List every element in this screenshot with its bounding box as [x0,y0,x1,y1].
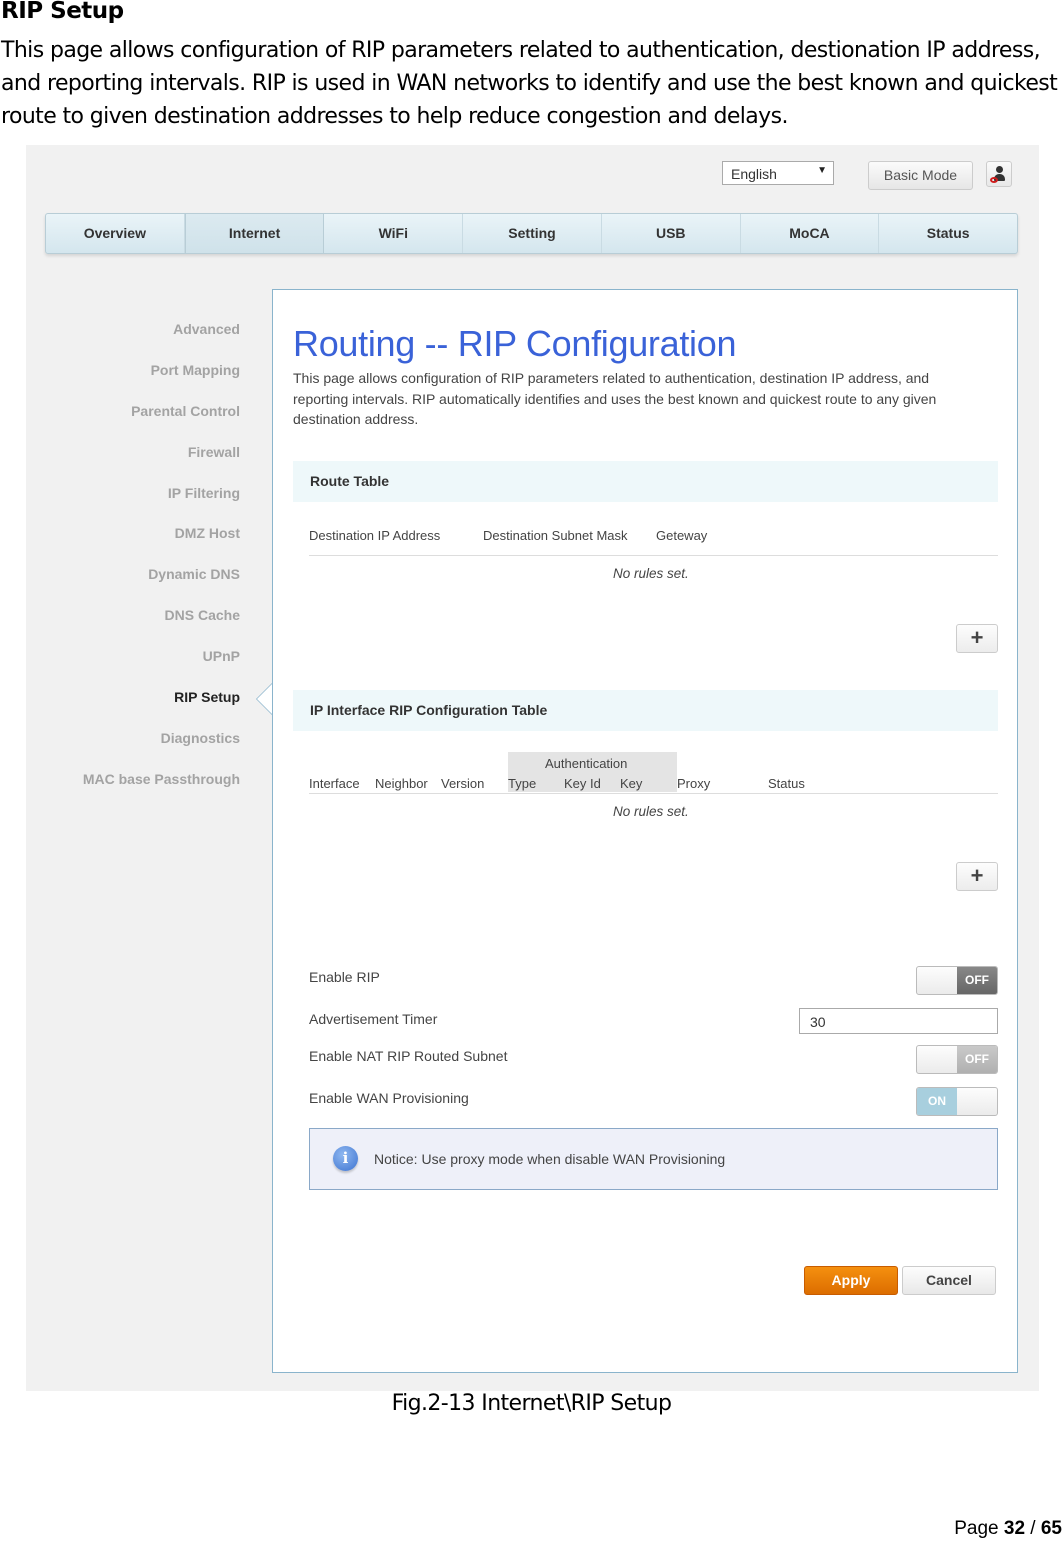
sidebar-item-parental-control[interactable]: Parental Control [83,399,240,440]
tab-status[interactable]: Status [879,214,1017,253]
column-destination-ip: Destination IP Address [309,528,441,543]
sidebar-item-port-mapping[interactable]: Port Mapping [83,358,240,399]
tab-overview[interactable]: Overview [46,214,185,253]
column-interface: Interface [309,776,360,791]
sidebar-item-dns-cache[interactable]: DNS Cache [83,603,240,644]
language-select[interactable]: English ▼ [722,161,834,185]
tab-moca[interactable]: MoCA [741,214,880,253]
column-destination-mask: Destination Subnet Mask [483,528,628,543]
info-icon: i [333,1146,358,1171]
tab-internet[interactable]: Internet [184,214,325,253]
sidebar-item-diagnostics[interactable]: Diagnostics [83,726,240,767]
column-auth-type: Type [508,776,537,791]
notice-text: Notice: Use proxy mode when disable WAN … [374,1151,726,1167]
page-description: This page allows configuration of RIP pa… [293,370,937,427]
tab-usb[interactable]: USB [602,214,741,253]
page-number: Page 32 / 65 [954,1518,1062,1540]
page-separator: / [1030,1518,1036,1539]
rip-table-divider [309,793,998,794]
enable-wan-label: Enable WAN Provisioning [309,1090,469,1106]
enable-rip-toggle[interactable]: OFF [916,966,998,995]
enable-wan-toggle[interactable]: ON [916,1087,998,1116]
cancel-button[interactable]: Cancel [902,1266,996,1295]
advertisement-timer-input[interactable]: 30 [799,1008,998,1034]
sidebar: Advanced Port Mapping Parental Control F… [83,317,240,808]
plus-icon: + [970,625,984,650]
figure-caption: Fig.2-13 Internet\RIP Setup [391,1391,672,1416]
enable-rip-label: Enable RIP [309,969,380,985]
sidebar-item-upnp[interactable]: UPnP [83,644,240,685]
column-key: Key [620,776,643,791]
basic-mode-button[interactable]: Basic Mode [868,161,973,190]
tab-setting[interactable]: Setting [463,214,602,253]
page-total: 65 [1040,1518,1062,1539]
dropdown-arrow-icon: ▼ [817,165,827,176]
sidebar-item-rip-setup[interactable]: RIP Setup [83,685,240,726]
content-panel: Routing -- RIP Configuration This page a… [256,289,1018,1373]
user-logout-button[interactable] [986,161,1012,187]
sidebar-item-advanced[interactable]: Advanced [83,317,240,358]
column-version: Version [441,776,485,791]
router-screenshot: English ▼ Basic Mode Overview Internet W… [26,145,1039,1391]
rip-table-header: IP Interface RIP Configuration Table [293,690,998,731]
tab-wifi[interactable]: WiFi [324,214,464,253]
add-rip-interface-button[interactable]: + [956,862,998,891]
sidebar-item-ip-filtering[interactable]: IP Filtering [83,481,240,522]
apply-button[interactable]: Apply [804,1266,898,1295]
column-proxy: Proxy [677,776,711,791]
advertisement-timer-label: Advertisement Timer [309,1011,438,1027]
column-neighbor: Neighbor [375,776,428,791]
column-status: Status [768,776,805,791]
enable-nat-toggle[interactable]: OFF [916,1045,998,1074]
document-intro: This page allows configuration of RIP pa… [1,38,1058,129]
route-table-empty: No rules set. [613,566,689,581]
page-current: 32 [1003,1518,1026,1539]
main-nav: Overview Internet WiFi Setting USB MoCA … [45,213,1018,254]
add-route-button[interactable]: + [956,624,998,653]
rip-table-empty: No rules set. [613,804,689,819]
enable-nat-label: Enable NAT RIP Routed Subnet [309,1048,508,1064]
plus-icon: + [970,863,984,888]
authentication-group-header: Authentication [545,756,628,771]
column-key-id: Key Id [564,776,601,791]
notice-box: i Notice: Use proxy mode when disable WA… [309,1128,998,1190]
page-title: Routing -- RIP Configuration [293,323,737,364]
toggle-state: OFF [957,1046,997,1073]
toggle-state: ON [917,1088,957,1115]
page-label: Page [954,1518,999,1539]
sidebar-item-dynamic-dns[interactable]: Dynamic DNS [83,562,240,603]
sidebar-item-firewall[interactable]: Firewall [83,440,240,481]
toggle-state: OFF [957,967,997,994]
document-heading: RIP Setup [1,0,124,24]
column-gateway: Geteway [656,528,708,543]
language-value: English [731,166,777,182]
route-table-divider [309,555,998,556]
sidebar-item-mac-passthrough[interactable]: MAC base Passthrough [83,767,240,808]
sidebar-item-dmz-host[interactable]: DMZ Host [83,521,240,562]
panel-pointer [256,683,272,715]
route-table-header: Route Table [293,461,998,502]
